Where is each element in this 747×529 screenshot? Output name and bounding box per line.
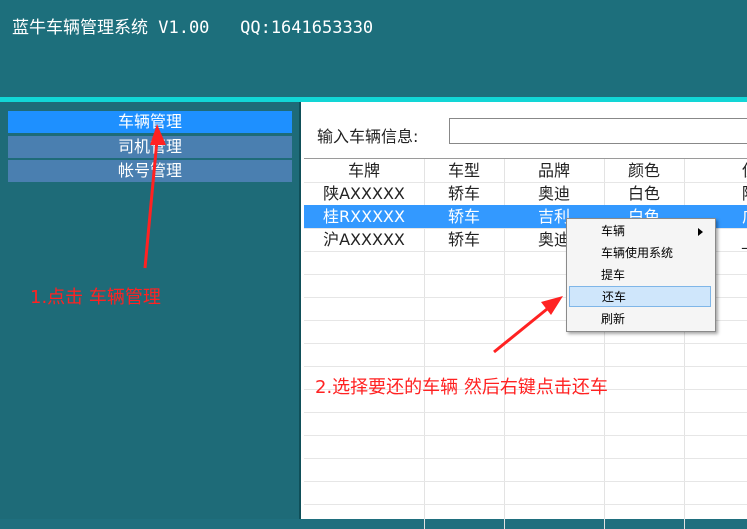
sidebar-item-driver-management[interactable]: 司机管理 xyxy=(8,136,292,158)
table-row[interactable]: 陕AXXXXX 轿车 奥迪 白色 陕 xyxy=(304,182,747,205)
app-title: 蓝牛车辆管理系统 V1.00 QQ:1641653330 xyxy=(12,18,374,38)
search-label: 输入车辆信息: xyxy=(317,127,419,146)
cell-type: 轿车 xyxy=(447,230,480,249)
cell-type: 轿车 xyxy=(447,184,480,203)
vehicle-search-input[interactable] xyxy=(449,118,747,144)
sidebar-item-vehicle-management[interactable]: 车辆管理 xyxy=(8,111,292,133)
table-header-row: 车牌 车型 品牌 颜色 使 xyxy=(304,159,747,182)
cell-plate: 陕AXXXXX xyxy=(323,184,405,203)
title-bar: 蓝牛车辆管理系统 V1.00 QQ:1641653330 xyxy=(0,0,747,97)
vehicle-table: 车牌 车型 品牌 颜色 使 陕AXXXXX 轿车 奥迪 白色 陕 桂RXXXXX… xyxy=(304,158,747,529)
column-header-type[interactable]: 车型 xyxy=(424,159,504,182)
column-header-brand[interactable]: 品牌 xyxy=(504,159,604,182)
cell-usage: 陕 xyxy=(684,182,747,205)
cell-plate: 沪AXXXXX xyxy=(323,230,405,249)
menu-item-label: 车辆 xyxy=(601,224,626,238)
menu-item-vehicle[interactable]: 车辆 xyxy=(569,221,711,242)
annotation-step1: 1.点击 车辆管理 xyxy=(30,287,161,308)
sidebar: 车辆管理 司机管理 帐号管理 xyxy=(0,102,299,519)
sidebar-item-account-management[interactable]: 帐号管理 xyxy=(8,160,292,182)
annotation-step2: 2.选择要还的车辆 然后右键点击还车 xyxy=(315,377,608,398)
column-header-usage[interactable]: 使 xyxy=(684,159,747,182)
menu-item-pickup[interactable]: 提车 xyxy=(569,265,711,286)
submenu-arrow-icon xyxy=(698,228,703,236)
column-header-color[interactable]: 颜色 xyxy=(604,159,684,182)
column-header-plate[interactable]: 车牌 xyxy=(304,159,424,182)
menu-item-refresh[interactable]: 刷新 xyxy=(569,309,711,330)
cell-plate: 桂RXXXXX xyxy=(323,207,405,226)
cell-color: 白色 xyxy=(627,184,660,203)
menu-item-return[interactable]: 还车 xyxy=(569,286,711,307)
menu-item-vehicle-usage-system[interactable]: 车辆使用系统 xyxy=(569,243,711,264)
context-menu: 车辆 车辆使用系统 提车 还车 刷新 xyxy=(566,218,716,332)
cell-type: 轿车 xyxy=(447,207,480,226)
cell-brand: 奥迪 xyxy=(537,184,570,203)
